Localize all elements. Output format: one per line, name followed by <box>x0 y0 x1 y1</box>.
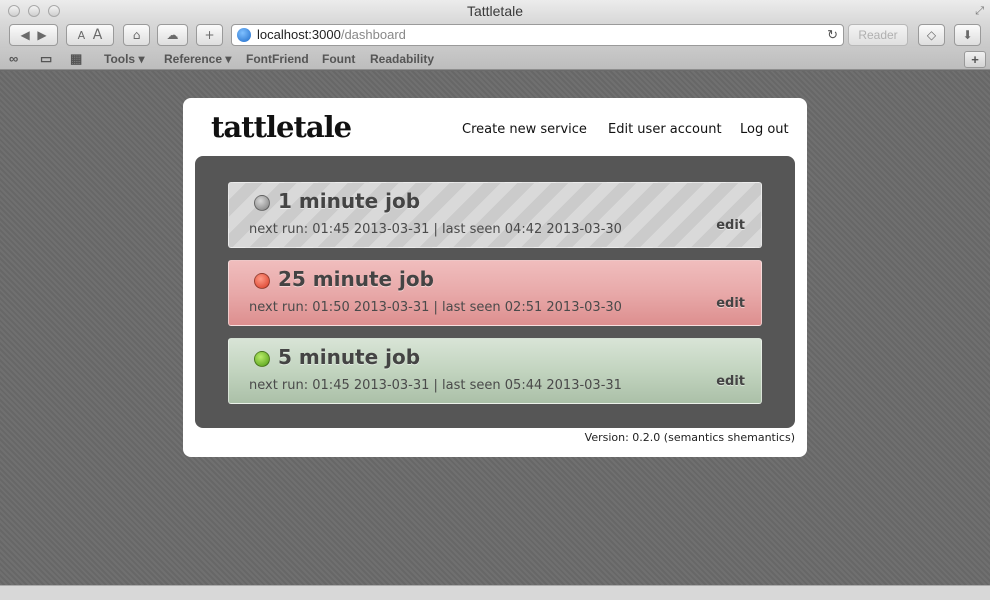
bookmark-reference[interactable]: Reference ▾ <box>164 52 231 66</box>
reader-button[interactable]: Reader <box>848 24 908 46</box>
home-icon: ⌂ <box>132 28 141 42</box>
window-title: Tattletale <box>466 3 524 19</box>
home-button[interactable]: ⌂ <box>123 24 150 46</box>
job-title: 25 minute job <box>278 267 434 291</box>
url-path: /dashboard <box>340 27 406 42</box>
text-size-buttons[interactable]: A A <box>66 24 114 46</box>
forward-arrow-icon[interactable]: ▶ <box>37 28 46 42</box>
status-bar <box>0 585 990 600</box>
status-indicator-green <box>254 351 270 367</box>
text-larger-button[interactable]: A <box>93 27 103 43</box>
bookmarks-bar: ∞ ▭ ▦ Tools ▾ Reference ▾ FontFriend Fou… <box>0 48 990 70</box>
close-window-button[interactable] <box>8 5 20 17</box>
downloads-button[interactable]: ⬇ <box>954 24 981 46</box>
url-host: localhost:3000 <box>257 27 341 42</box>
zoom-window-button[interactable] <box>48 5 60 17</box>
page-viewport: tattletale Create new service Edit user … <box>0 71 990 585</box>
job-card: 5 minute job next run: 01:45 2013-03-31 … <box>228 338 762 404</box>
logout-link[interactable]: Log out <box>740 122 789 137</box>
back-arrow-icon[interactable]: ◀ <box>20 28 29 42</box>
minimize-window-button[interactable] <box>28 5 40 17</box>
status-indicator-grey <box>254 195 270 211</box>
fullscreen-icon[interactable]: ⤢ <box>975 4 984 18</box>
edit-account-link[interactable]: Edit user account <box>608 122 722 137</box>
job-title: 5 minute job <box>278 345 421 369</box>
job-card: 25 minute job next run: 01:50 2013-03-31… <box>228 260 762 326</box>
jobs-panel: 1 minute job next run: 01:45 2013-03-31 … <box>195 156 795 428</box>
bookmark-readability[interactable]: Readability <box>370 52 434 66</box>
new-tab-button[interactable]: + <box>964 51 986 68</box>
download-icon: ⬇ <box>962 28 973 42</box>
edit-job-link[interactable]: edit <box>716 374 745 389</box>
version-text: Version: 0.2.0 (semantics shemantics) <box>584 431 795 444</box>
top-sites-grid-icon[interactable]: ▦ <box>70 51 82 67</box>
icloud-button[interactable]: ☁ <box>157 24 188 46</box>
back-forward-buttons[interactable]: ◀ ▶ <box>9 24 58 46</box>
job-title: 1 minute job <box>278 189 421 213</box>
address-bar[interactable]: localhost:3000/dashboard ↻ <box>231 24 844 46</box>
bookmark-fount[interactable]: Fount <box>322 52 355 66</box>
book-icon[interactable]: ▭ <box>40 51 52 67</box>
app-container: tattletale Create new service Edit user … <box>183 98 807 457</box>
job-schedule: next run: 01:45 2013-03-31 | last seen 0… <box>249 222 622 237</box>
bookmarks-menu-button[interactable]: ◇ <box>918 24 945 46</box>
window-titlebar: Tattletale ⤢ <box>0 0 990 22</box>
create-service-link[interactable]: Create new service <box>462 122 587 137</box>
reload-icon[interactable]: ↻ <box>827 25 838 45</box>
edit-job-link[interactable]: edit <box>716 296 745 311</box>
add-bookmark-button[interactable]: + <box>196 24 223 46</box>
browser-toolbar: ◀ ▶ A A ⌂ ☁ + localhost:3000/dashboard ↻… <box>0 22 990 48</box>
job-card: 1 minute job next run: 01:45 2013-03-31 … <box>228 182 762 248</box>
bookmark-tools[interactable]: Tools ▾ <box>104 52 144 66</box>
reading-list-icon[interactable]: ∞ <box>9 51 18 66</box>
diamond-icon: ◇ <box>926 28 937 42</box>
text-smaller-button[interactable]: A <box>78 29 86 42</box>
cloud-icon: ☁ <box>166 28 179 42</box>
edit-job-link[interactable]: edit <box>716 218 745 233</box>
plus-icon: + <box>204 28 215 42</box>
bookmark-fontfriend[interactable]: FontFriend <box>246 52 309 66</box>
status-indicator-red <box>254 273 270 289</box>
site-logo[interactable]: tattletale <box>211 110 352 144</box>
job-schedule: next run: 01:45 2013-03-31 | last seen 0… <box>249 378 622 393</box>
globe-icon <box>237 28 251 42</box>
job-schedule: next run: 01:50 2013-03-31 | last seen 0… <box>249 300 622 315</box>
